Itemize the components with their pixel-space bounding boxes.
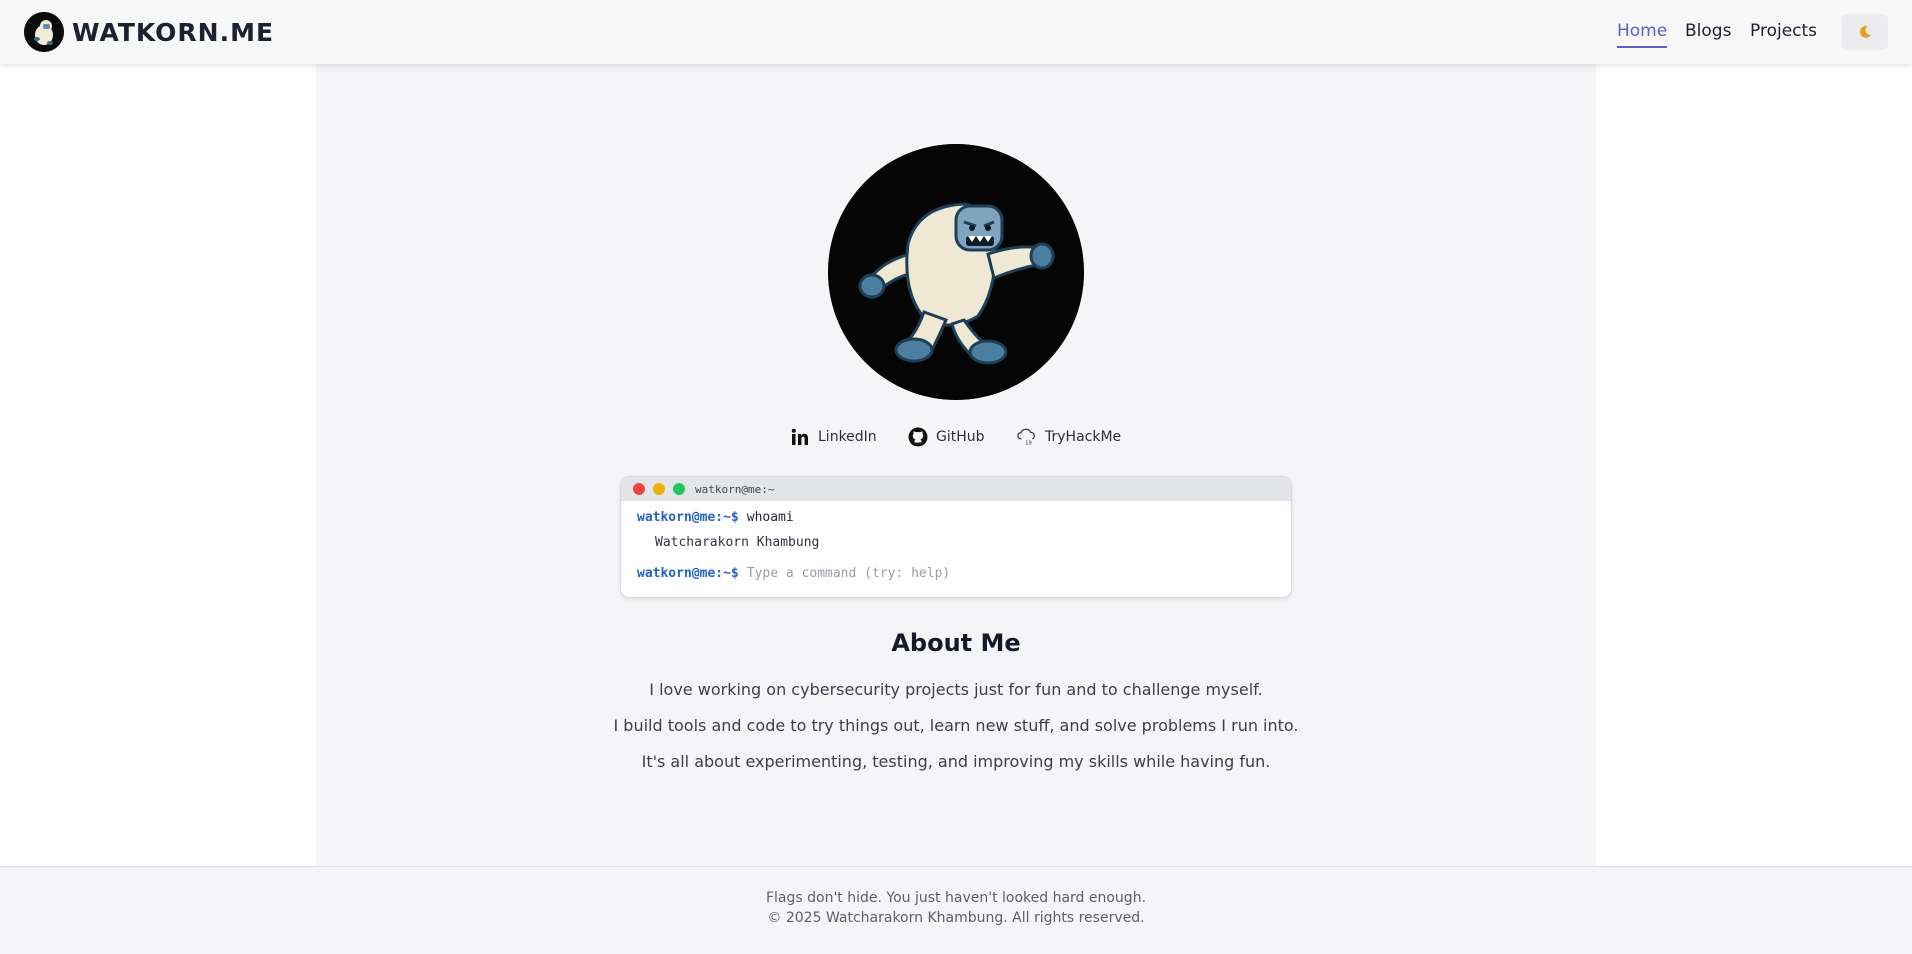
minimize-dot-icon bbox=[653, 483, 665, 495]
terminal-output: Watcharakorn Khambung bbox=[655, 534, 820, 550]
terminal-command: whoami bbox=[746, 509, 794, 525]
maximize-dot-icon bbox=[673, 483, 685, 495]
terminal-window: watkorn@me:~ watkorn@me:~$ whoami Watcha… bbox=[620, 476, 1292, 598]
nav-blogs[interactable]: Blogs bbox=[1685, 21, 1731, 41]
terminal-input[interactable] bbox=[746, 565, 1267, 581]
brand-link[interactable]: WATKORN.ME bbox=[24, 12, 274, 52]
about-title: About Me bbox=[891, 629, 1021, 657]
main-content: LinkedIn GitHub 10 TryHackMe watkorn@me:… bbox=[316, 64, 1596, 866]
yeti-icon bbox=[828, 144, 1084, 400]
linkedin-label: LinkedIn bbox=[818, 429, 877, 445]
github-icon bbox=[908, 427, 928, 447]
github-label: GitHub bbox=[936, 429, 985, 445]
svg-text:10: 10 bbox=[1025, 440, 1032, 446]
tryhackme-label: TryHackMe bbox=[1045, 429, 1122, 445]
nav-home[interactable]: Home bbox=[1617, 21, 1668, 48]
moon-icon bbox=[1859, 25, 1871, 38]
about-paragraph: I build tools and code to try things out… bbox=[613, 716, 1299, 735]
linkedin-link[interactable]: LinkedIn bbox=[790, 426, 877, 448]
brand-name: WATKORN.ME bbox=[72, 17, 275, 47]
site-header: WATKORN.ME Home Blogs Projects bbox=[0, 0, 1912, 64]
terminal-title: watkorn@me:~ bbox=[695, 482, 775, 496]
github-link[interactable]: GitHub bbox=[908, 426, 985, 448]
terminal-body: watkorn@me:~$ whoami Watcharakorn Khambu… bbox=[621, 501, 1291, 589]
terminal-input-line: watkorn@me:~$ bbox=[637, 561, 1275, 585]
yeti-logo-icon bbox=[24, 12, 64, 52]
tryhackme-icon: 10 bbox=[1017, 427, 1037, 447]
about-paragraph: I love working on cybersecurity projects… bbox=[649, 680, 1263, 699]
site-footer: Flags don't hide. You just haven't looke… bbox=[0, 866, 1912, 954]
tryhackme-link[interactable]: 10 TryHackMe bbox=[1017, 426, 1121, 448]
terminal-history-line: watkorn@me:~$ whoami bbox=[637, 505, 1275, 529]
theme-toggle-button[interactable] bbox=[1842, 14, 1888, 50]
terminal-prompt: watkorn@me:~$ bbox=[637, 565, 739, 581]
social-links: LinkedIn GitHub 10 TryHackMe bbox=[316, 420, 1596, 452]
footer-tagline: Flags don't hide. You just haven't looke… bbox=[765, 890, 1147, 906]
profile-avatar bbox=[828, 144, 1084, 400]
nav-projects[interactable]: Projects bbox=[1750, 21, 1817, 41]
terminal-titlebar: watkorn@me:~ bbox=[621, 477, 1291, 501]
linkedin-icon bbox=[790, 427, 810, 447]
about-paragraph: It's all about experimenting, testing, a… bbox=[641, 752, 1271, 771]
terminal-prompt: watkorn@me:~$ bbox=[637, 509, 739, 525]
footer-copyright: © 2025 Watcharakorn Khambung. All rights… bbox=[767, 910, 1145, 926]
close-dot-icon bbox=[633, 483, 645, 495]
